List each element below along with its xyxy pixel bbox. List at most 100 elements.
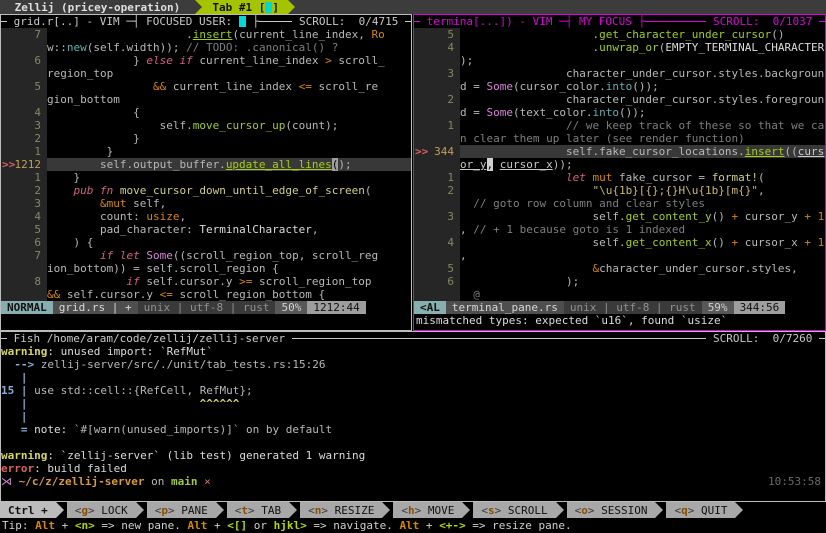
text-segment: new — [67, 41, 87, 54]
pane-fish-shell[interactable]: Fish /home/aram/code/zellij/zellij-serve… — [0, 331, 826, 502]
line-number-gutter: 4 — [414, 41, 460, 54]
text-segment — [47, 197, 100, 210]
pane-grid-rs[interactable]: grid.r[..] - VIM ─┤ FOCUSED USER: ├ SCRO… — [0, 14, 412, 331]
text-segment: get_content_y — [626, 210, 712, 223]
text-segment: <= — [299, 80, 312, 93]
text-segment: Some — [487, 106, 514, 119]
text-segment: , — [312, 223, 319, 236]
line-number-gutter — [414, 197, 460, 210]
text-segment: . — [47, 28, 193, 41]
pane-terminal-pane-rs[interactable]: termina[...]) - VIM ─┤ MY FOCUS ├ SCROLL… — [413, 14, 826, 331]
text-segment: pad_character: — [47, 223, 199, 236]
tab-1[interactable]: Tab #1 [] — [195, 0, 288, 14]
text-segment: d = — [460, 106, 487, 119]
text-segment: --> — [1, 358, 41, 371]
text-segment: Some — [146, 249, 173, 262]
keybind-text: PANE — [181, 504, 208, 517]
statusline-grid: NORMALgrid.rs | +unix | utf-8 | rust50%1… — [1, 301, 411, 314]
text-segment: pub fn — [47, 184, 113, 197]
text-segment: get_content_x — [626, 236, 712, 249]
text-segment: self.cursor.y — [60, 288, 159, 301]
code-row: 3 &mut self, — [1, 197, 411, 210]
pane-title-text: Fish /home/aram/code/zellij/zellij-serve… — [7, 332, 292, 345]
keybind-text: > — [321, 504, 334, 517]
focus-user-block-icon — [265, 2, 272, 13]
line-number-gutter — [414, 80, 460, 93]
pane-title-text: termina[...]) - VIM ─┤ MY FOCUS ├ — [420, 15, 645, 28]
keybind-text: q — [681, 504, 688, 517]
code-row: 3 self.move_cursor_up(count); — [1, 119, 411, 132]
text-segment: > — [325, 54, 332, 67]
keybind-lock[interactable]: <g> LOCK — [67, 502, 136, 518]
text-segment: // TODO: .canonical() ? — [186, 41, 338, 54]
text-segment: & — [592, 262, 599, 275]
text-segment: scroll_region_top — [252, 275, 371, 288]
line-number-gutter: 2 — [414, 184, 460, 197]
text-segment — [460, 171, 566, 184]
status-segment-pct: 59% — [702, 301, 734, 314]
keybind-text: > — [415, 504, 428, 517]
keybind-pane[interactable]: <p> PANE — [147, 502, 216, 518]
code-row: 5 pad_character: TerminalCharacter, — [1, 223, 411, 236]
text-segment: => resize pane. — [466, 519, 572, 532]
text-segment: warning — [1, 449, 47, 462]
text-segment: } — [47, 132, 140, 145]
text-segment — [460, 197, 473, 210]
keybind-text: o — [581, 504, 588, 517]
scroll-indicator: SCROLL: 0/1037 — [706, 15, 819, 28]
keybind-resize[interactable]: <n> RESIZE — [300, 502, 382, 518]
text-segment: 1 — [818, 236, 825, 249]
text-segment: } — [47, 54, 146, 67]
ctrl-prefix: Ctrl + — [0, 502, 56, 518]
text-segment: ( — [758, 171, 765, 184]
line-number-gutter: >>1212 — [1, 158, 47, 171]
line-number-gutter — [414, 288, 460, 301]
vim-error-message: mismatched types: expected `u16`, found … — [414, 314, 825, 327]
powerline-arrow-icon — [735, 502, 743, 518]
keybind-text: > — [168, 504, 181, 517]
keybind-quit[interactable]: <q> QUIT — [666, 502, 735, 518]
code-row: 6 } else if current_line_index > scroll_ — [1, 54, 411, 67]
text-segment: && — [47, 288, 60, 301]
statusline-terminal: <ALterminal_pane.rsunix | utf-8 | rust59… — [414, 301, 825, 314]
powerline-arrow-icon — [289, 502, 297, 518]
keybind-text: < — [155, 504, 162, 517]
text-segment: character_under_cursor.styles.foregroun — [460, 93, 824, 106]
text-segment — [47, 275, 126, 288]
text-segment: cursor_y — [738, 210, 804, 223]
tab-label: Tab #1 [ — [206, 1, 266, 14]
keybind-text: > — [495, 504, 508, 517]
text-segment: , — [758, 184, 765, 197]
keybind-scroll[interactable]: <s> SCROLL — [473, 502, 555, 518]
line-number-gutter — [414, 106, 460, 119]
line-number-gutter — [1, 41, 47, 54]
status-segment-pos: 1212:44 — [307, 301, 365, 314]
text-segment: EMPTY_TERMINAL_CHARACTER — [665, 41, 824, 54]
text-segment: | — [1, 397, 28, 410]
code-row: 7 if let Some((scroll_region_top, scroll… — [1, 249, 411, 262]
pane-title-terminal: termina[...]) - VIM ─┤ MY FOCUS ├ SCROLL… — [414, 15, 825, 28]
code-row: 1 } — [1, 171, 411, 184]
code-row: ion_bottom)) = self.scroll_region { — [1, 262, 411, 275]
code-row: 5 && current_line_index <= scroll_re — [1, 80, 411, 93]
code-area-grid: 7 .insert(current_line_index, Row::new(s… — [1, 28, 411, 301]
line-number-gutter — [414, 54, 460, 67]
text-segment: , — [460, 223, 473, 236]
keybind-text: s — [488, 504, 495, 517]
text-segment: d = — [460, 80, 487, 93]
text-segment: Tip: — [2, 519, 35, 532]
powerline-arrow-icon — [56, 502, 64, 518]
line-number-gutter — [414, 132, 460, 145]
keybind-text: > — [248, 504, 261, 517]
text-segment: region_top — [47, 67, 113, 80]
text-segment: + — [732, 210, 739, 223]
text-segment — [113, 184, 120, 197]
keybind-move[interactable]: <h> MOVE — [393, 502, 462, 518]
keybind-session[interactable]: <o> SESSION — [567, 502, 656, 518]
text-segment: Ro — [372, 28, 385, 41]
code-row: 3 character_under_cursor.styles.backgrou… — [414, 67, 825, 80]
code-row: gion_bottom — [1, 93, 411, 106]
text-segment: into — [592, 106, 619, 119]
keybind-tab[interactable]: <t> TAB — [227, 502, 289, 518]
code-row: 4 { — [1, 106, 411, 119]
